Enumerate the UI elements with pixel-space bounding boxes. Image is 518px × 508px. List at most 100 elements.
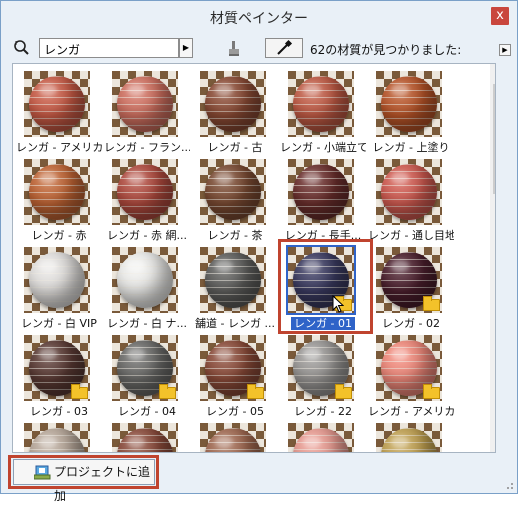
material-thumbnail xyxy=(24,335,90,401)
material-label: 舗道 - レンガ ... xyxy=(195,317,275,330)
scroll-up-button[interactable]: ▲ xyxy=(490,64,495,81)
material-sphere-preview xyxy=(29,164,85,220)
material-label: レンガ - 小端立て xyxy=(280,141,366,154)
folder-icon xyxy=(159,384,176,399)
material-thumbnail xyxy=(288,71,354,137)
scroll-thumb[interactable] xyxy=(493,84,495,194)
selection-highlight-box xyxy=(278,239,373,334)
material-thumbnail xyxy=(112,423,178,452)
material-thumbnail xyxy=(200,71,266,137)
material-thumbnail xyxy=(112,335,178,401)
material-tile[interactable]: レンガ - 赤 xyxy=(16,155,102,243)
material-tile[interactable]: レンガ - 古 xyxy=(192,67,278,155)
material-thumbnail xyxy=(200,247,266,313)
material-sphere-preview xyxy=(381,428,437,452)
material-sphere-preview xyxy=(293,76,349,132)
material-label: レンガ - 赤 xyxy=(31,229,87,242)
add-button-highlight-box xyxy=(8,455,159,489)
material-tile[interactable]: レンガ - 白 VIP xyxy=(16,243,102,331)
material-label: レンガ - 通し目地 xyxy=(368,229,454,242)
material-thumbnail xyxy=(24,423,90,452)
material-sphere-preview xyxy=(117,76,173,132)
material-sphere-preview xyxy=(205,252,261,308)
result-count-text: 62の材質が見つかりました: xyxy=(310,43,462,57)
material-thumbnail xyxy=(376,247,442,313)
material-tile[interactable]: レンガ - 赤 網... xyxy=(104,155,190,243)
window-title: 材質ペインター xyxy=(210,11,308,27)
scroll-down-button[interactable]: ▼ xyxy=(490,435,495,452)
material-tile[interactable]: レンガ - 22 xyxy=(280,331,366,419)
material-tile[interactable]: レンガ - アメリカ... xyxy=(368,331,454,419)
options-menu-button[interactable]: ▶ xyxy=(499,44,511,56)
material-tile[interactable]: レンガ - 通し目地 xyxy=(368,155,454,243)
eyedropper-icon xyxy=(277,39,293,55)
material-label: レンガ - 茶 xyxy=(207,229,263,242)
material-thumbnail xyxy=(112,71,178,137)
material-thumbnail xyxy=(112,159,178,225)
material-label: レンガ - 古 xyxy=(207,141,263,154)
material-label: レンガ - 22 xyxy=(294,405,352,418)
material-tile[interactable]: レンガ - アメリカ... xyxy=(16,67,102,155)
material-thumbnail xyxy=(112,247,178,313)
material-painter-window: 材質ペインター x レンガ ▶ 62の材質が見つかりました: ▶ レンガ - ア… xyxy=(0,0,518,503)
material-tile[interactable]: 舗道 - レンガ ... xyxy=(192,243,278,331)
material-tile[interactable]: レンガ - 02 xyxy=(368,243,454,331)
folder-icon xyxy=(423,296,440,311)
material-label: レンガ - 白 ナ... xyxy=(107,317,187,330)
material-sphere-preview xyxy=(205,76,261,132)
material-tile[interactable] xyxy=(16,419,102,452)
material-tile[interactable]: レンガ - 05 xyxy=(192,331,278,419)
material-thumbnail xyxy=(376,335,442,401)
material-tile[interactable] xyxy=(192,419,278,452)
material-thumbnail xyxy=(24,159,90,225)
material-sphere-preview xyxy=(205,164,261,220)
material-grid-panel: レンガ - アメリカ...レンガ - フラン...レンガ - 古レンガ - 小端… xyxy=(12,63,496,453)
material-tile[interactable] xyxy=(368,419,454,452)
material-label: レンガ - 白 VIP xyxy=(21,317,97,330)
material-sphere-preview xyxy=(381,164,437,220)
material-sphere-preview xyxy=(205,428,261,452)
material-thumbnail xyxy=(288,159,354,225)
material-tile[interactable] xyxy=(104,419,190,452)
material-label: レンガ - 05 xyxy=(206,405,264,418)
search-options-button[interactable]: ▶ xyxy=(179,38,193,58)
material-thumbnail xyxy=(200,423,266,452)
material-sphere-preview xyxy=(117,164,173,220)
eyedropper-button[interactable] xyxy=(265,38,303,58)
material-tile[interactable]: レンガ - 長手... xyxy=(280,155,366,243)
folder-icon xyxy=(335,384,352,399)
material-tile[interactable]: レンガ - フラン... xyxy=(104,67,190,155)
paint-brush-icon[interactable] xyxy=(223,37,245,59)
material-sphere-preview xyxy=(117,428,173,452)
material-thumbnail xyxy=(24,71,90,137)
material-tile[interactable]: レンガ - 04 xyxy=(104,331,190,419)
folder-icon xyxy=(247,384,264,399)
toolbar: レンガ ▶ 62の材質が見つかりました: ▶ xyxy=(1,33,517,61)
material-label: レンガ - 赤 網... xyxy=(107,229,187,242)
material-thumbnail xyxy=(376,71,442,137)
material-sphere-preview xyxy=(29,76,85,132)
folder-icon xyxy=(423,384,440,399)
folder-icon xyxy=(71,384,88,399)
material-sphere-preview xyxy=(29,252,85,308)
material-thumbnail xyxy=(200,159,266,225)
material-sphere-preview xyxy=(381,76,437,132)
material-thumbnail xyxy=(288,335,354,401)
search-icon xyxy=(13,39,33,57)
material-label: レンガ - フラン... xyxy=(104,141,190,154)
search-input[interactable]: レンガ xyxy=(39,38,179,58)
title-bar[interactable]: 材質ペインター x xyxy=(1,1,517,33)
material-tile[interactable]: レンガ - 小端立て xyxy=(280,67,366,155)
material-tile[interactable]: レンガ - 03 xyxy=(16,331,102,419)
material-tile[interactable]: レンガ - 上塗り xyxy=(368,67,454,155)
vertical-scrollbar[interactable]: ▲ ▼ xyxy=(490,64,495,452)
material-label: レンガ - 04 xyxy=(118,405,176,418)
material-label: レンガ - 上塗り xyxy=(372,141,450,154)
close-button[interactable]: x xyxy=(491,7,509,25)
resize-grip-icon[interactable] xyxy=(504,480,514,490)
material-tile[interactable]: レンガ - 白 ナ... xyxy=(104,243,190,331)
material-tile[interactable]: レンガ - 茶 xyxy=(192,155,278,243)
material-sphere-preview xyxy=(117,252,173,308)
material-tile[interactable] xyxy=(280,419,366,452)
material-thumbnail xyxy=(376,423,442,452)
